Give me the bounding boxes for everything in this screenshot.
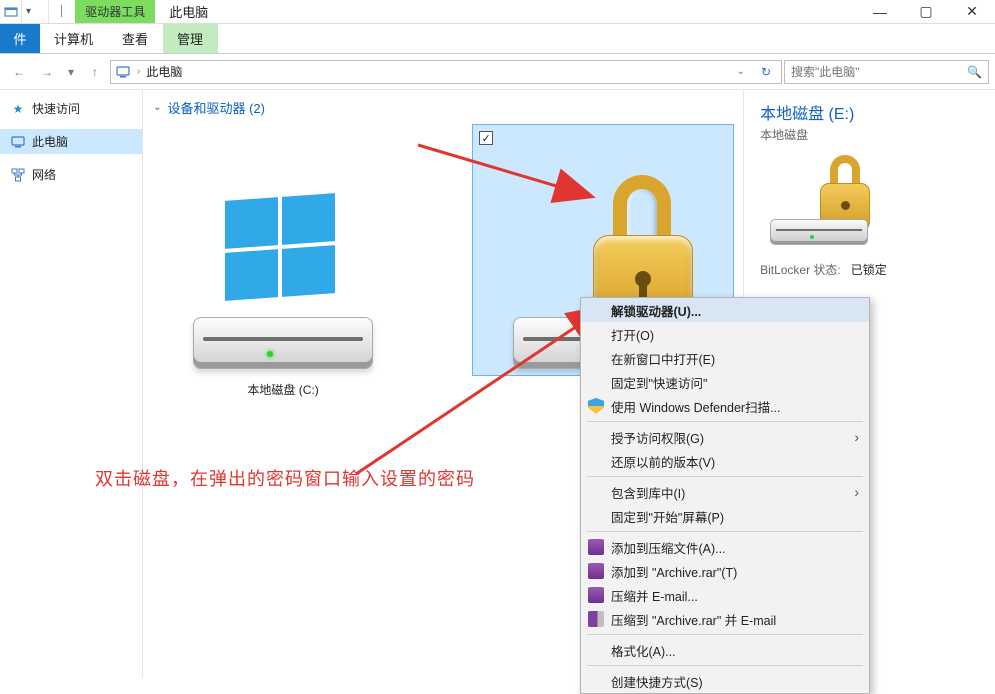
menu-item-label: 在新窗口中打开(E) xyxy=(611,349,715,368)
nav-back-button[interactable]: ← xyxy=(6,59,32,85)
maximize-button[interactable]: ▢ xyxy=(903,0,949,23)
drive-c[interactable]: 本地磁盘 (C:) xyxy=(153,125,413,398)
menu-item-label: 固定到"快速访问" xyxy=(611,373,707,392)
pc-icon xyxy=(115,64,131,80)
refresh-button[interactable]: ↻ xyxy=(755,65,777,79)
menu-item-label: 压缩并 E-mail... xyxy=(611,586,698,605)
quick-access-dropdown[interactable]: ▾ xyxy=(22,6,35,17)
menu-item-label: 使用 Windows Defender扫描... xyxy=(611,397,781,416)
navigation-pane: ★ 快速访问 此电脑 网络 xyxy=(0,90,143,678)
group-header-label: 设备和驱动器 (2) xyxy=(167,98,265,117)
context-menu-item[interactable]: 使用 Windows Defender扫描... xyxy=(581,394,869,418)
context-menu-item[interactable]: 包含到库中(I) › xyxy=(581,480,869,504)
context-menu-item[interactable]: 添加到压缩文件(A)... xyxy=(581,535,869,559)
quick-access-icon[interactable] xyxy=(0,0,22,23)
sidebar-item-quick-access[interactable]: ★ 快速访问 xyxy=(0,96,142,121)
context-menu-item[interactable]: 解锁驱动器(U)... xyxy=(581,298,869,322)
tab-file[interactable]: 件 xyxy=(0,24,40,53)
rar-icon xyxy=(587,562,605,580)
minimize-button[interactable]: — xyxy=(857,0,903,23)
context-menu-item[interactable]: 添加到 "Archive.rar"(T) xyxy=(581,559,869,583)
menu-item-label: 创建快捷方式(S) xyxy=(611,672,703,691)
details-title: 本地磁盘 (E:) xyxy=(760,100,979,124)
details-subtitle: 本地磁盘 xyxy=(760,126,979,143)
context-menu[interactable]: 解锁驱动器(U)... 打开(O) 在新窗口中打开(E) 固定到"快速访问" 使用 Wi… xyxy=(580,297,870,694)
address-dropdown-icon[interactable]: ⌄ xyxy=(733,66,749,77)
rar-icon xyxy=(587,538,605,556)
annotation-text: 双击磁盘，在弹出的密码窗口输入设置的密码 xyxy=(95,465,475,491)
close-button[interactable]: ✕ xyxy=(949,0,995,23)
submenu-arrow-icon: › xyxy=(854,484,859,500)
context-menu-item[interactable]: 压缩并 E-mail... xyxy=(581,583,869,607)
status-value: 已锁定 xyxy=(851,261,887,278)
menu-item-label: 固定到"开始"屏幕(P) xyxy=(611,507,724,526)
menu-item-label: 压缩到 "Archive.rar" 并 E-mail xyxy=(611,610,776,629)
collapse-icon[interactable]: ⌄ xyxy=(153,102,161,113)
context-menu-item[interactable]: 打开(O) xyxy=(581,322,869,346)
rarh-icon xyxy=(587,610,605,628)
ribbon-context-tab[interactable]: 驱动器工具 xyxy=(75,0,155,23)
submenu-arrow-icon: › xyxy=(854,429,859,445)
menu-item-label: 还原以前的版本(V) xyxy=(611,452,715,471)
ribbon-tabs: 件 计算机 查看 管理 xyxy=(0,24,995,54)
titlebar: ▾ │ 驱动器工具 此电脑 — ▢ ✕ xyxy=(0,0,995,24)
sidebar-item-label: 此电脑 xyxy=(32,133,68,150)
menu-separator xyxy=(587,634,863,635)
details-thumbnail xyxy=(764,155,874,245)
context-menu-item[interactable]: 创建快捷方式(S) xyxy=(581,669,869,693)
mail-icon xyxy=(587,586,605,604)
tab-view[interactable]: 查看 xyxy=(108,24,163,53)
search-box[interactable]: 🔍 xyxy=(784,60,989,84)
address-bar[interactable]: › 此电脑 ⌄ ↻ xyxy=(110,60,782,84)
selection-checkbox[interactable]: ✓ xyxy=(479,131,493,145)
sidebar-item-this-pc[interactable]: 此电脑 xyxy=(0,129,142,154)
nav-up-button[interactable]: ↑ xyxy=(82,59,108,85)
nav-history-dropdown[interactable]: ▾ xyxy=(62,59,80,85)
drive-label: 本地磁盘 (C:) xyxy=(153,381,413,398)
menu-separator xyxy=(587,421,863,422)
sidebar-item-network[interactable]: 网络 xyxy=(0,162,142,187)
pc-icon xyxy=(10,134,26,150)
status-key: BitLocker 状态: xyxy=(760,261,841,278)
menu-separator xyxy=(587,531,863,532)
window-title: 此电脑 xyxy=(155,0,222,23)
tab-manage[interactable]: 管理 xyxy=(163,24,218,53)
group-header[interactable]: ⌄ 设备和驱动器 (2) xyxy=(153,98,733,117)
context-menu-item[interactable]: 固定到"快速访问" xyxy=(581,370,869,394)
context-menu-item[interactable]: 压缩到 "Archive.rar" 并 E-mail xyxy=(581,607,869,631)
titlebar-divider: │ xyxy=(55,6,75,17)
nav-forward-button[interactable]: → xyxy=(34,59,60,85)
sidebar-item-label: 快速访问 xyxy=(32,100,80,117)
breadcrumb[interactable]: 此电脑 xyxy=(146,63,182,80)
context-menu-item[interactable]: 还原以前的版本(V) xyxy=(581,449,869,473)
shield-icon xyxy=(587,397,605,415)
details-bitlocker-status: BitLocker 状态: 已锁定 xyxy=(760,261,979,278)
star-icon: ★ xyxy=(10,101,26,117)
menu-separator xyxy=(587,665,863,666)
context-menu-item[interactable]: 在新窗口中打开(E) xyxy=(581,346,869,370)
menu-item-label: 格式化(A)... xyxy=(611,641,676,660)
breadcrumb-separator-icon: › xyxy=(137,66,140,77)
network-icon xyxy=(10,167,26,183)
menu-item-label: 打开(O) xyxy=(611,325,654,344)
menu-item-label: 添加到压缩文件(A)... xyxy=(611,538,726,557)
menu-item-label: 授予访问权限(G) xyxy=(611,428,704,447)
menu-separator xyxy=(587,476,863,477)
context-menu-item[interactable]: 授予访问权限(G) › xyxy=(581,425,869,449)
menu-item-label: 包含到库中(I) xyxy=(611,483,685,502)
tab-computer[interactable]: 计算机 xyxy=(40,24,108,53)
context-menu-item[interactable]: 格式化(A)... xyxy=(581,638,869,662)
context-menu-item[interactable]: 固定到"开始"屏幕(P) xyxy=(581,504,869,528)
address-bar-row: ← → ▾ ↑ › 此电脑 ⌄ ↻ 🔍 xyxy=(0,54,995,90)
search-input[interactable] xyxy=(785,65,961,79)
search-icon[interactable]: 🔍 xyxy=(961,65,988,79)
sidebar-item-label: 网络 xyxy=(32,166,56,183)
menu-item-label: 解锁驱动器(U)... xyxy=(611,301,701,320)
menu-item-label: 添加到 "Archive.rar"(T) xyxy=(611,562,737,581)
